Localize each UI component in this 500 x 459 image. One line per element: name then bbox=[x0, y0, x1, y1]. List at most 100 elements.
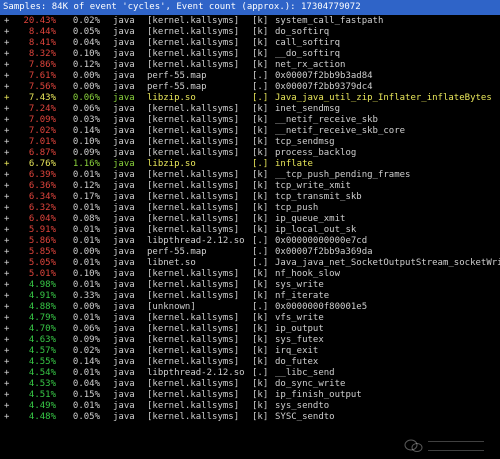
expand-toggle[interactable]: + bbox=[4, 148, 9, 159]
watermark-logo bbox=[404, 435, 496, 457]
expand-toggle[interactable]: + bbox=[4, 192, 9, 203]
table-row[interactable]: +4.70% 0.06% java [kernel.kallsyms] [k] ip_ou… bbox=[0, 324, 500, 335]
expand-toggle[interactable]: + bbox=[4, 137, 9, 148]
children-overhead-cell: 6.87% bbox=[28, 148, 56, 158]
table-row[interactable]: +5.05% 0.01% java libnet.so [.] Java_java_net… bbox=[0, 258, 500, 269]
expand-toggle[interactable]: + bbox=[4, 368, 9, 379]
expand-toggle[interactable]: + bbox=[4, 324, 9, 335]
expand-toggle[interactable]: + bbox=[4, 115, 9, 126]
expand-toggle[interactable]: + bbox=[4, 313, 9, 324]
shared-object-cell: libpthread-2.12.so bbox=[147, 368, 245, 378]
privilege-level-cell: [k] bbox=[252, 291, 269, 301]
table-row[interactable]: +6.87% 0.09% java [kernel.kallsyms] [k] proce… bbox=[0, 148, 500, 159]
table-row[interactable]: +20.43% 0.02% java [kernel.kallsyms] [k] syst… bbox=[0, 16, 500, 27]
children-overhead-cell: 4.57% bbox=[28, 346, 56, 356]
expand-toggle[interactable]: + bbox=[4, 104, 9, 115]
table-row[interactable]: +8.44% 0.05% java [kernel.kallsyms] [k] do_so… bbox=[0, 27, 500, 38]
expand-toggle[interactable]: + bbox=[4, 335, 9, 346]
table-row[interactable]: +4.54% 0.01% java libpthread-2.12.so [.] __li… bbox=[0, 368, 500, 379]
children-overhead-cell: 8.41% bbox=[28, 38, 56, 48]
symbol-cell: ip_output bbox=[275, 324, 324, 334]
table-row[interactable]: +5.01% 0.10% java [kernel.kallsyms] [k] nf_ho… bbox=[0, 269, 500, 280]
expand-toggle[interactable]: + bbox=[4, 126, 9, 137]
expand-toggle[interactable]: + bbox=[4, 159, 9, 170]
table-row[interactable]: +6.36% 0.12% java [kernel.kallsyms] [k] tcp_w… bbox=[0, 181, 500, 192]
expand-toggle[interactable]: + bbox=[4, 269, 9, 280]
expand-toggle[interactable]: + bbox=[4, 236, 9, 247]
table-row[interactable]: +6.32% 0.01% java [kernel.kallsyms] [k] tcp_p… bbox=[0, 203, 500, 214]
expand-toggle[interactable]: + bbox=[4, 357, 9, 368]
self-overhead-cell: 0.06% bbox=[72, 324, 100, 334]
expand-toggle[interactable]: + bbox=[4, 346, 9, 357]
privilege-level-cell: [k] bbox=[252, 269, 269, 279]
expand-toggle[interactable]: + bbox=[4, 412, 9, 423]
table-row[interactable]: +8.32% 0.10% java [kernel.kallsyms] [k] __do_… bbox=[0, 49, 500, 60]
table-row[interactable]: +4.88% 0.00% java [unknown] [.] 0x0000000f800… bbox=[0, 302, 500, 313]
expand-toggle[interactable]: + bbox=[4, 181, 9, 192]
expand-toggle[interactable]: + bbox=[4, 170, 9, 181]
table-row[interactable]: +5.91% 0.01% java [kernel.kallsyms] [k] ip_lo… bbox=[0, 225, 500, 236]
shared-object-cell: perf-55.map bbox=[147, 82, 207, 92]
expand-toggle[interactable]: + bbox=[4, 60, 9, 71]
table-row[interactable]: +7.09% 0.03% java [kernel.kallsyms] [k] __net… bbox=[0, 115, 500, 126]
table-row[interactable]: +6.34% 0.17% java [kernel.kallsyms] [k] tcp_t… bbox=[0, 192, 500, 203]
table-row[interactable]: +7.86% 0.12% java [kernel.kallsyms] [k] net_r… bbox=[0, 60, 500, 71]
expand-toggle[interactable]: + bbox=[4, 27, 9, 38]
self-overhead-cell: 0.01% bbox=[72, 401, 100, 411]
table-row[interactable]: +7.24% 0.06% java [kernel.kallsyms] [k] inet_… bbox=[0, 104, 500, 115]
table-row[interactable]: +4.57% 0.02% java [kernel.kallsyms] [k] irq_e… bbox=[0, 346, 500, 357]
table-row[interactable]: +5.85% 0.00% java perf-55.map [.] 0x00007f2bb… bbox=[0, 247, 500, 258]
privilege-level-cell: [.] bbox=[252, 302, 269, 312]
self-overhead-cell: 0.14% bbox=[72, 126, 100, 136]
expand-toggle[interactable]: + bbox=[4, 302, 9, 313]
expand-toggle[interactable]: + bbox=[4, 390, 9, 401]
expand-toggle[interactable]: + bbox=[4, 214, 9, 225]
expand-toggle[interactable]: + bbox=[4, 291, 9, 302]
table-row[interactable]: +4.98% 0.01% java [kernel.kallsyms] [k] sys_w… bbox=[0, 280, 500, 291]
expand-toggle[interactable]: + bbox=[4, 379, 9, 390]
privilege-level-cell: [.] bbox=[252, 247, 269, 257]
expand-toggle[interactable]: + bbox=[4, 280, 9, 291]
table-row[interactable]: +6.76% 1.16% java libzip.so [.] inflate bbox=[0, 159, 500, 170]
expand-toggle[interactable]: + bbox=[4, 225, 9, 236]
expand-toggle[interactable]: + bbox=[4, 16, 9, 27]
table-row[interactable]: +7.56% 0.00% java perf-55.map [.] 0x00007f2bb… bbox=[0, 82, 500, 93]
command-cell: java bbox=[113, 302, 135, 312]
table-row[interactable]: +5.86% 0.01% java libpthread-2.12.so [.] 0x00… bbox=[0, 236, 500, 247]
self-overhead-cell: 0.17% bbox=[72, 192, 100, 202]
table-row[interactable]: +4.51% 0.15% java [kernel.kallsyms] [k] ip_fi… bbox=[0, 390, 500, 401]
expand-toggle[interactable]: + bbox=[4, 71, 9, 82]
shared-object-cell: [kernel.kallsyms] bbox=[147, 126, 240, 136]
expand-toggle[interactable]: + bbox=[4, 49, 9, 60]
expand-toggle[interactable]: + bbox=[4, 38, 9, 49]
table-row[interactable]: +4.48% 0.05% java [kernel.kallsyms] [k] SYSC_… bbox=[0, 412, 500, 423]
expand-toggle[interactable]: + bbox=[4, 247, 9, 258]
symbol-cell: nf_iterate bbox=[275, 291, 330, 301]
expand-toggle[interactable]: + bbox=[4, 203, 9, 214]
perf-report-list[interactable]: +20.43% 0.02% java [kernel.kallsyms] [k] syst… bbox=[0, 16, 500, 423]
table-row[interactable]: +7.61% 0.00% java perf-55.map [.] 0x00007f2bb… bbox=[0, 71, 500, 82]
table-row[interactable]: +7.02% 0.14% java [kernel.kallsyms] [k] __net… bbox=[0, 126, 500, 137]
table-row[interactable]: +4.91% 0.33% java [kernel.kallsyms] [k] nf_it… bbox=[0, 291, 500, 302]
expand-toggle[interactable]: + bbox=[4, 93, 9, 104]
command-cell: java bbox=[113, 192, 135, 202]
table-row[interactable]: +7.43% 0.06% java libzip.so [.] Java_java_uti… bbox=[0, 93, 500, 104]
symbol-cell: ip_local_out_sk bbox=[275, 225, 357, 235]
expand-toggle[interactable]: + bbox=[4, 258, 9, 269]
table-row[interactable]: +4.63% 0.09% java [kernel.kallsyms] [k] sys_f… bbox=[0, 335, 500, 346]
command-cell: java bbox=[113, 60, 135, 70]
expand-toggle[interactable]: + bbox=[4, 401, 9, 412]
expand-toggle[interactable]: + bbox=[4, 82, 9, 93]
table-row[interactable]: +4.55% 0.14% java [kernel.kallsyms] [k] do_fu… bbox=[0, 357, 500, 368]
table-row[interactable]: +8.41% 0.04% java [kernel.kallsyms] [k] call_… bbox=[0, 38, 500, 49]
wechat-logo-icon bbox=[404, 439, 423, 452]
table-row[interactable]: +4.49% 0.01% java [kernel.kallsyms] [k] sys_s… bbox=[0, 401, 500, 412]
table-row[interactable]: +4.79% 0.01% java [kernel.kallsyms] [k] vfs_w… bbox=[0, 313, 500, 324]
table-row[interactable]: +6.04% 0.08% java [kernel.kallsyms] [k] ip_qu… bbox=[0, 214, 500, 225]
privilege-level-cell: [.] bbox=[252, 258, 269, 268]
table-row[interactable]: +4.53% 0.04% java [kernel.kallsyms] [k] do_sy… bbox=[0, 379, 500, 390]
table-row[interactable]: +7.01% 0.10% java [kernel.kallsyms] [k] tcp_s… bbox=[0, 137, 500, 148]
self-overhead-cell: 0.01% bbox=[72, 368, 100, 378]
symbol-cell: SYSC_sendto bbox=[275, 412, 335, 422]
table-row[interactable]: +6.39% 0.01% java [kernel.kallsyms] [k] __tcp… bbox=[0, 170, 500, 181]
